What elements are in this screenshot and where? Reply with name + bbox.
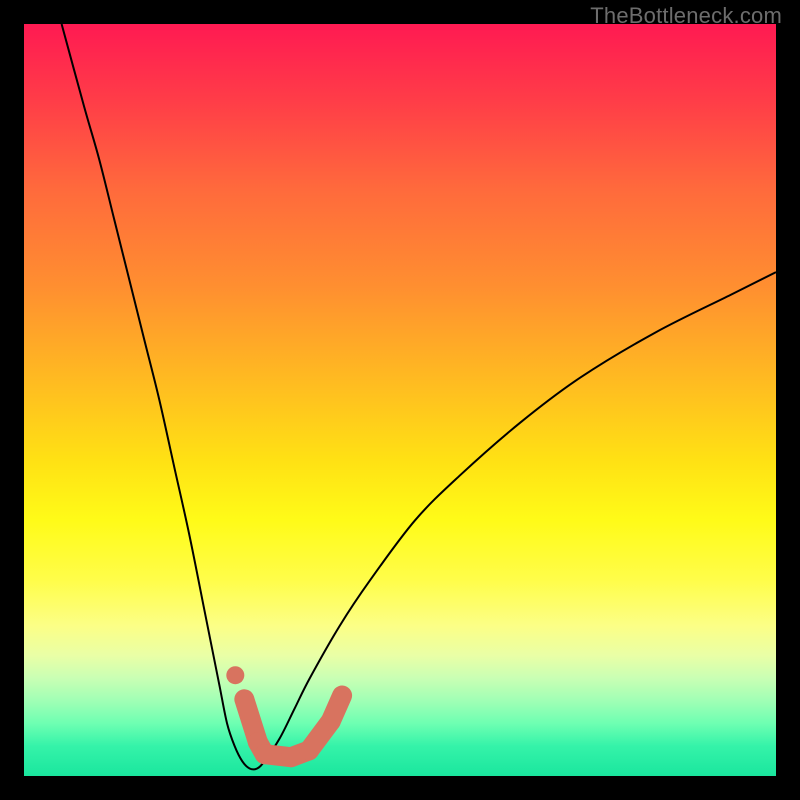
- highlighted-range-markers: [226, 666, 342, 757]
- bottleneck-curve-path: [62, 24, 776, 769]
- marker-segment-5: [331, 696, 342, 722]
- bottleneck-curve-svg: [24, 24, 776, 776]
- chart-plot-area: [24, 24, 776, 776]
- marker-dot: [226, 666, 244, 684]
